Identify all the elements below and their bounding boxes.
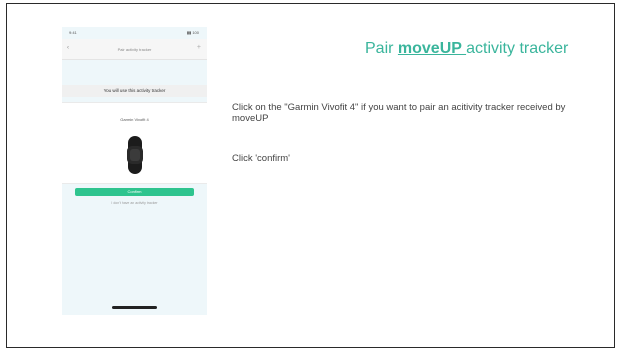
activity-tracker-icon	[127, 136, 143, 174]
title-suffix: activity tracker	[466, 40, 569, 57]
no-tracker-link[interactable]: I don't have an activity tracker	[62, 201, 207, 205]
home-indicator	[112, 306, 157, 309]
nav-bar: ‹ Pair activity tracker +	[62, 39, 207, 60]
battery-icon: ▮▮ 100	[186, 30, 199, 35]
add-icon[interactable]: +	[197, 44, 201, 51]
nav-title: Pair activity tracker	[117, 47, 152, 52]
title-brand: moveUP	[397, 40, 467, 57]
status-time: 9:41	[69, 30, 77, 35]
slide-title: Pair moveUP activity tracker	[365, 40, 568, 58]
device-card[interactable]: Garmin Vivofit 4	[62, 102, 207, 184]
device-heading: You will use this activity tracker	[62, 85, 207, 97]
device-name: Garmin Vivofit 4	[120, 117, 149, 122]
slide-frame: 9:41 ▮▮ 100 ‹ Pair activity tracker + Yo…	[6, 3, 615, 348]
instruction-text-2: Click 'confirm'	[232, 153, 290, 164]
status-bar: 9:41 ▮▮ 100	[62, 27, 207, 39]
phone-screenshot: 9:41 ▮▮ 100 ‹ Pair activity tracker + Yo…	[62, 27, 207, 315]
instruction-text-1: Click on the "Garmin Vivofit 4" if you w…	[232, 102, 566, 124]
confirm-button[interactable]: Confirm	[75, 188, 194, 196]
title-prefix: Pair	[365, 40, 398, 57]
